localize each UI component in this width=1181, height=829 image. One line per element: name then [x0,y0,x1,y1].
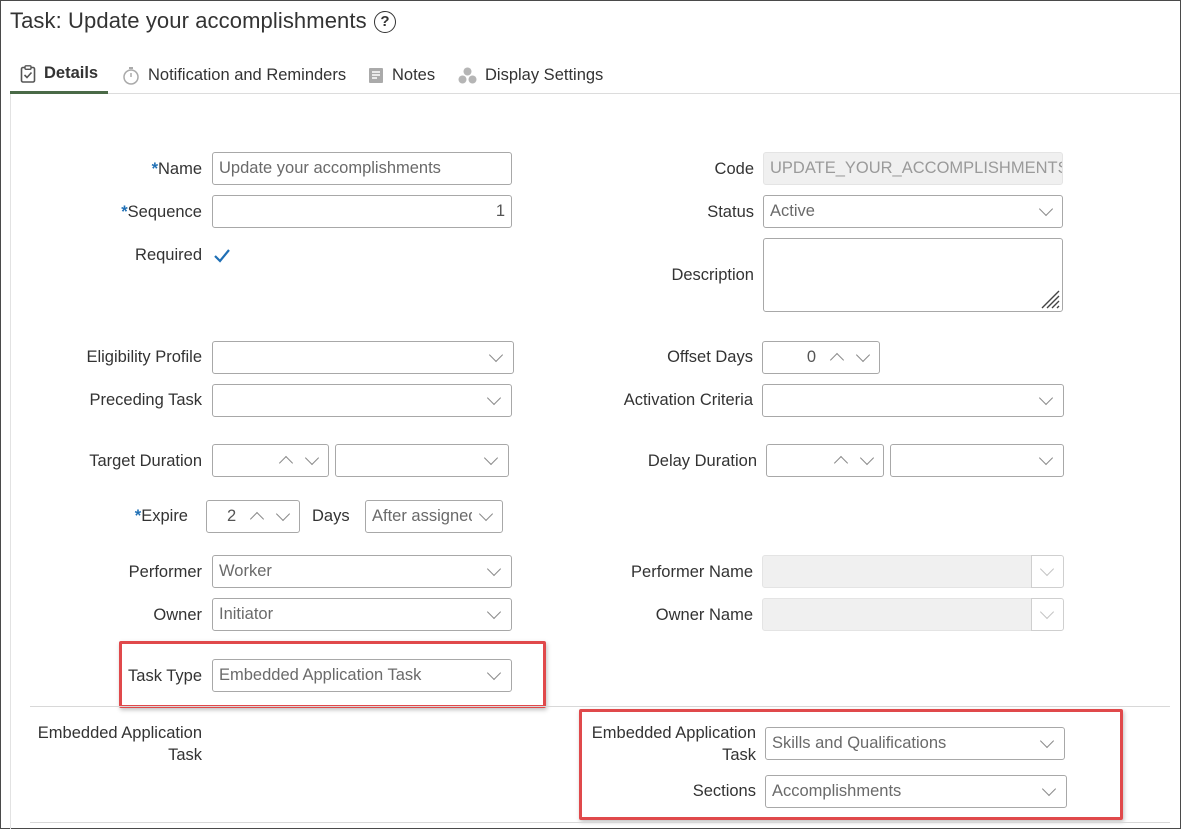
owner-name-label: Owner Name [655,606,753,624]
shapes-icon [458,67,477,84]
delay-duration-label: Delay Duration [647,452,757,470]
tab-details[interactable]: Details [10,56,109,94]
chevron-up-icon[interactable] [278,455,294,470]
expire-value: 2 [227,507,237,525]
chevron-down-icon [483,450,499,465]
sequence-input[interactable]: 1 [212,195,512,228]
section-divider [30,706,1170,707]
eligibility-profile-select[interactable] [212,341,514,374]
tab-notes-label: Notes [392,65,436,84]
expire-relative-value: After assigned [372,507,472,525]
tab-display-settings-label: Display Settings [485,65,604,84]
target-duration-unit-select[interactable] [335,444,509,477]
owner-select[interactable]: Initiator [212,598,512,631]
delay-duration-unit-select[interactable] [890,444,1064,477]
chevron-down-icon[interactable] [855,347,871,362]
question-circle-icon[interactable]: ? [374,11,396,33]
status-select[interactable]: Active [763,195,1063,228]
tab-notification-label: Notification and Reminders [148,65,347,84]
owner-label: Owner [153,606,202,624]
code-label: Code [714,160,754,178]
required-label: Required [135,246,202,264]
status-value: Active [770,202,815,220]
expire-label: *Expire [134,507,188,525]
preceding-task-label: Preceding Task [89,391,202,409]
performer-name-field [762,555,1032,588]
performer-name-label: Performer Name [631,563,753,581]
owner-name-dropdown-button[interactable] [1031,598,1064,631]
tab-bar: Details Notification and Reminders Notes… [10,56,1180,94]
performer-value: Worker [219,562,272,580]
chevron-down-icon [1038,201,1054,216]
eligibility-profile-label: Eligibility Profile [86,348,202,366]
chevron-down-icon[interactable] [275,506,291,521]
expire-stepper[interactable]: 2 [206,500,300,533]
chevron-down-icon [1039,561,1055,576]
owner-name-field [762,598,1032,631]
name-label: *Name [151,160,202,178]
offset-days-value: 0 [806,348,816,366]
chevron-down-icon [488,347,504,362]
preceding-task-select[interactable] [212,384,512,417]
note-icon [368,67,384,84]
chevron-up-icon[interactable] [833,455,849,470]
delay-duration-stepper[interactable] [766,444,884,477]
resize-grip-icon [1041,290,1060,309]
page-title: Task: Update your accomplishments [10,8,367,33]
tab-display-settings[interactable]: Display Settings [458,56,603,94]
tab-notes[interactable]: Notes [368,56,435,94]
activation-criteria-select[interactable] [762,384,1064,417]
chevron-down-icon [1039,604,1055,619]
chevron-down-icon [486,390,502,405]
bottom-divider [30,822,1170,823]
checkmark-icon [214,249,230,263]
task-type-highlight-box [119,641,546,708]
chevron-up-icon[interactable] [829,352,845,367]
chevron-up-icon[interactable] [249,511,265,526]
offset-days-label: Offset Days [667,348,753,366]
owner-value: Initiator [219,605,274,623]
chevron-down-icon [486,604,502,619]
name-input[interactable]: Update your accomplishments [212,152,512,185]
expire-unit-label: Days [312,507,350,525]
chevron-down-icon[interactable] [304,450,320,465]
target-duration-label: Target Duration [89,452,202,470]
activation-criteria-label: Activation Criteria [623,391,753,409]
performer-name-dropdown-button[interactable] [1031,555,1064,588]
description-textarea[interactable] [763,238,1063,312]
offset-days-stepper[interactable]: 0 [762,341,880,374]
tab-notification-and-reminders[interactable]: Notification and Reminders [122,56,346,94]
chevron-down-icon [486,561,502,576]
expire-relative-select[interactable]: After assigned [365,500,503,533]
chevron-down-icon[interactable] [859,450,875,465]
performer-select[interactable]: Worker [212,555,512,588]
stopwatch-icon [122,66,140,85]
chevron-down-icon [1038,390,1054,405]
tab-details-label: Details [44,64,99,82]
description-label: Description [671,266,754,284]
required-checkbox[interactable] [212,246,232,266]
embedded-task-highlight-box [579,709,1123,820]
target-duration-stepper[interactable] [212,444,329,477]
code-field: UPDATE_YOUR_ACCOMPLISHMENTS [763,152,1063,185]
sequence-label: *Sequence [121,203,202,221]
performer-label: Performer [128,563,202,581]
chevron-down-icon [1038,450,1054,465]
chevron-down-icon [478,506,494,521]
embedded-section-heading: Embedded Application Task [37,724,202,764]
clipboard-check-icon [20,64,36,83]
status-label: Status [707,203,754,221]
